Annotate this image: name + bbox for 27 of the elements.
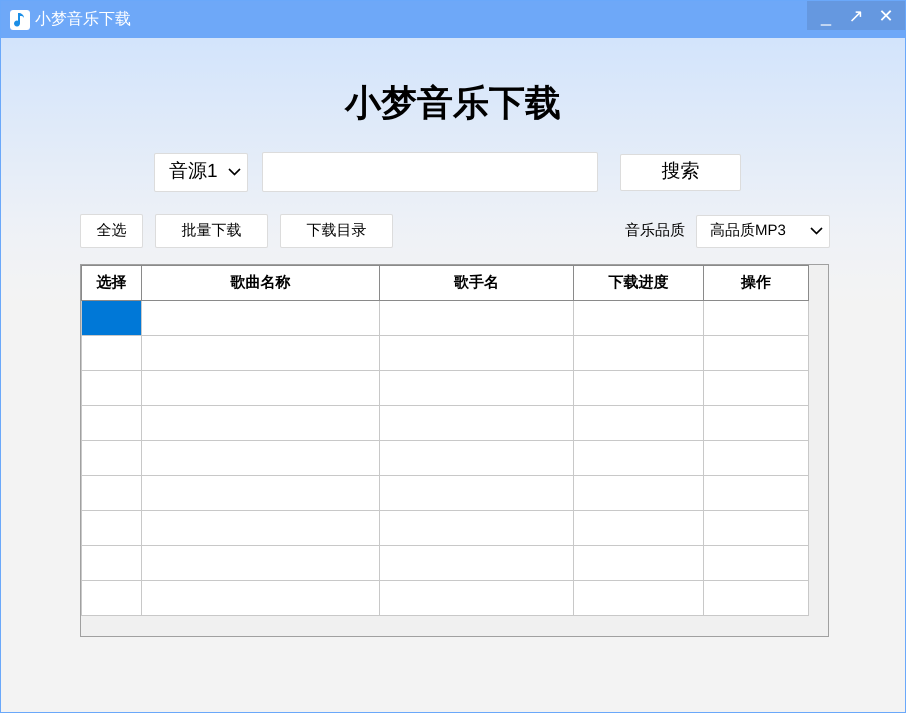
download-folder-button[interactable]: 下载目录: [280, 214, 393, 248]
table-cell[interactable]: [82, 510, 142, 546]
column-header[interactable]: 选择: [82, 266, 142, 300]
column-header[interactable]: 歌曲名称: [142, 266, 380, 300]
chevron-down-icon: [228, 168, 241, 176]
music-note-icon: [10, 10, 30, 30]
table-cell[interactable]: [82, 580, 142, 616]
chevron-down-icon: [810, 227, 823, 235]
column-header[interactable]: 下载进度: [574, 266, 704, 300]
table-cell[interactable]: [82, 406, 142, 440]
app-heading: 小梦音乐下载: [343, 81, 562, 125]
column-header[interactable]: 操作: [704, 266, 808, 300]
table-cell[interactable]: [82, 300, 142, 336]
table-cell[interactable]: [82, 546, 142, 580]
search-field[interactable]: [262, 152, 598, 192]
quality-dropdown[interactable]: 高品质MP3: [696, 214, 830, 248]
table-cell[interactable]: [82, 476, 142, 510]
table-cell[interactable]: [82, 440, 142, 476]
batch-download-button[interactable]: 批量下载: [155, 214, 268, 248]
window-title: 小梦音乐下载: [35, 10, 131, 30]
source-dropdown[interactable]: 音源1: [154, 152, 248, 192]
table-cell[interactable]: [82, 336, 142, 370]
select-all-button[interactable]: 全选: [80, 214, 143, 248]
table-cell[interactable]: [82, 370, 142, 406]
column-header[interactable]: 歌手名: [380, 266, 574, 300]
search-button[interactable]: 搜索: [620, 154, 741, 190]
quality-label: 音乐品质: [625, 220, 685, 241]
